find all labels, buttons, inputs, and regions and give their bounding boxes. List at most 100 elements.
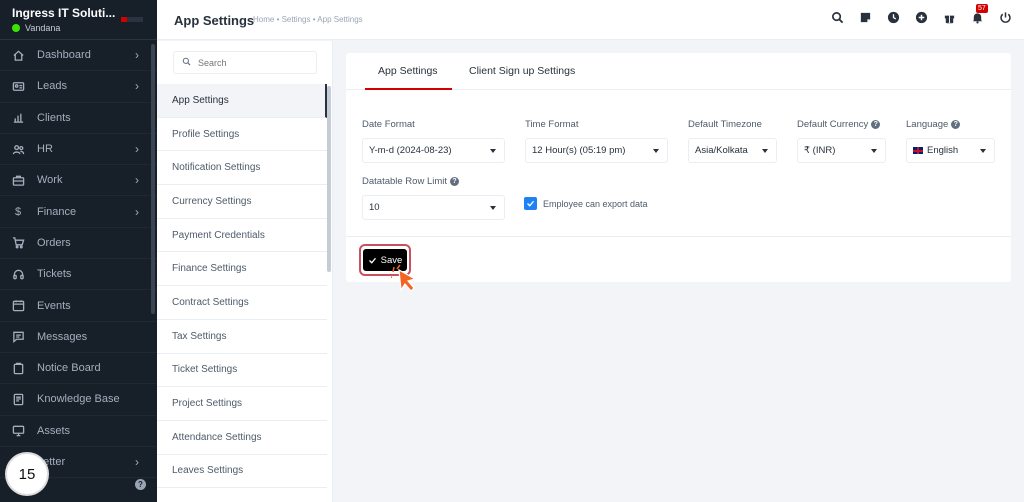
settings-search-input[interactable]	[198, 57, 308, 68]
sidebar-item-label: Tickets	[37, 268, 72, 281]
sidebar-item-dashboard[interactable]: Dashboard ›	[0, 40, 157, 72]
sidebar-item-label: Finance	[37, 205, 77, 218]
sidebar-item-notice-board[interactable]: Notice Board	[0, 353, 157, 385]
cart-icon	[11, 236, 25, 250]
headset-icon	[11, 267, 25, 281]
people-icon	[11, 142, 25, 156]
export-data-checkbox-row[interactable]: Employee can export data	[524, 197, 648, 210]
bell-icon[interactable]: 57	[970, 4, 988, 24]
sidebar-item-label: Orders	[37, 236, 71, 249]
sidebar-item-label: Dashboard	[37, 49, 91, 62]
power-icon[interactable]	[998, 10, 1012, 24]
settings-search-box[interactable]	[173, 51, 317, 74]
date-format-value: Y-m-d (2024-08-23)	[369, 145, 452, 156]
settings-item-attendance-settings[interactable]: Attendance Settings	[157, 421, 327, 455]
settings-item-contract-settings[interactable]: Contract Settings	[157, 286, 327, 320]
check-icon	[368, 257, 376, 264]
date-format-select[interactable]: Y-m-d (2024-08-23)	[362, 138, 505, 163]
sidebar-item-assets[interactable]: Assets	[0, 416, 157, 447]
sidebar-item-leads[interactable]: Leads ›	[0, 71, 157, 103]
sidebar-nav: Dashboard › Leads › Clients HR › Work › …	[0, 40, 157, 479]
row-limit-select[interactable]: 10	[362, 195, 505, 220]
time-format-select[interactable]: 12 Hour(s) (05:19 pm)	[525, 138, 668, 163]
settings-item-notification-settings[interactable]: Notification Settings	[157, 151, 327, 186]
settings-item-payment-credentials[interactable]: Payment Credentials	[157, 219, 327, 253]
chevron-right-icon: ›	[135, 48, 139, 63]
time-format-label: Time Format	[525, 119, 579, 130]
sidebar-scrollbar[interactable]	[151, 44, 155, 314]
gift-icon[interactable]	[942, 10, 956, 24]
caret-down-icon	[490, 149, 496, 153]
sidebar-item-orders[interactable]: Orders	[0, 228, 157, 260]
sidebar-item-events[interactable]: Events	[0, 290, 157, 322]
chevron-right-icon: ›	[135, 79, 139, 94]
sidebar-item-label: Clients	[37, 111, 71, 124]
language-select[interactable]: English	[906, 138, 995, 163]
currency-select[interactable]: ₹ (INR)	[797, 138, 886, 163]
brand-indicator	[121, 17, 143, 22]
sidebar-item-tickets[interactable]: Tickets	[0, 259, 157, 291]
settings-item-project-settings[interactable]: Project Settings	[157, 387, 327, 421]
sidebar-item-finance[interactable]: $ Finance ›	[0, 196, 157, 228]
caret-down-icon	[871, 149, 877, 153]
caret-down-icon	[653, 149, 659, 153]
chevron-right-icon: ›	[135, 204, 139, 219]
help-icon[interactable]: ?	[951, 120, 961, 129]
help-icon[interactable]: ?	[135, 479, 146, 490]
chevron-right-icon: ›	[135, 142, 139, 157]
search-icon	[182, 57, 191, 68]
help-icon[interactable]: ?	[871, 120, 881, 129]
calendar-icon	[11, 299, 25, 313]
timezone-select[interactable]: Asia/Kolkata	[688, 138, 777, 163]
settings-item-leaves-settings[interactable]: Leaves Settings	[157, 455, 327, 489]
sidebar-item-label: Leads	[37, 80, 67, 93]
sidebar: Ingress IT Soluti... Vandana Dashboard ›…	[0, 0, 157, 502]
sticky-note-icon[interactable]	[858, 10, 872, 24]
user-name: Vandana	[25, 23, 61, 33]
briefcase-icon	[11, 173, 25, 187]
home-icon	[11, 48, 25, 62]
settings-item-finance-settings[interactable]: Finance Settings	[157, 252, 327, 287]
language-value: English	[927, 145, 959, 156]
settings-item-app-settings[interactable]: App Settings	[157, 84, 327, 118]
page-title: App Settings	[174, 13, 255, 28]
dollar-icon: $	[14, 205, 22, 218]
row-limit-value: 10	[369, 202, 380, 213]
pointer-cursor-icon	[391, 264, 417, 292]
time-format-value: 12 Hour(s) (05:19 pm)	[532, 145, 626, 156]
language-label: Language?	[906, 119, 961, 130]
chevron-right-icon: ›	[135, 173, 139, 188]
caret-down-icon	[762, 149, 768, 153]
sidebar-item-hr[interactable]: HR ›	[0, 134, 157, 166]
date-format-label: Date Format	[362, 119, 415, 130]
row-limit-label: Datatable Row Limit?	[362, 176, 460, 187]
settings-item-currency-settings[interactable]: Currency Settings	[157, 185, 327, 219]
sidebar-item-messages[interactable]: Messages	[0, 322, 157, 353]
help-icon[interactable]: ?	[450, 177, 460, 186]
settings-item-ticket-settings[interactable]: Ticket Settings	[157, 354, 327, 388]
sidebar-item-knowledge-base[interactable]: Knowledge Base	[0, 384, 157, 416]
tab-app-settings[interactable]: App Settings	[378, 65, 438, 77]
settings-item-profile-settings[interactable]: Profile Settings	[157, 118, 327, 152]
sidebar-item-label: HR	[37, 143, 53, 156]
book-icon	[11, 392, 25, 406]
sidebar-item-work[interactable]: Work ›	[0, 165, 157, 197]
sidebar-item-label: Events	[37, 299, 71, 312]
clock-icon[interactable]	[886, 10, 900, 24]
breadcrumb: Home • Settings • App Settings	[253, 15, 363, 24]
id-card-icon	[11, 79, 25, 93]
export-data-checkbox[interactable]	[524, 197, 537, 210]
header-actions: 57	[830, 4, 1012, 24]
settings-menu-scrollbar[interactable]	[327, 86, 331, 272]
export-data-label: Employee can export data	[543, 198, 648, 209]
plus-circle-icon[interactable]	[914, 10, 928, 24]
timezone-label: Default Timezone	[688, 119, 762, 130]
chevron-right-icon: ›	[135, 455, 139, 469]
sidebar-item-clients[interactable]: Clients	[0, 103, 157, 134]
search-icon[interactable]	[830, 10, 844, 24]
tab-client-signup-settings[interactable]: Client Sign up Settings	[469, 65, 575, 77]
settings-item-tax-settings[interactable]: Tax Settings	[157, 320, 327, 354]
uk-flag-icon	[913, 147, 923, 154]
brand-block[interactable]: Ingress IT Soluti... Vandana	[0, 0, 157, 40]
currency-label: Default Currency?	[797, 119, 881, 130]
